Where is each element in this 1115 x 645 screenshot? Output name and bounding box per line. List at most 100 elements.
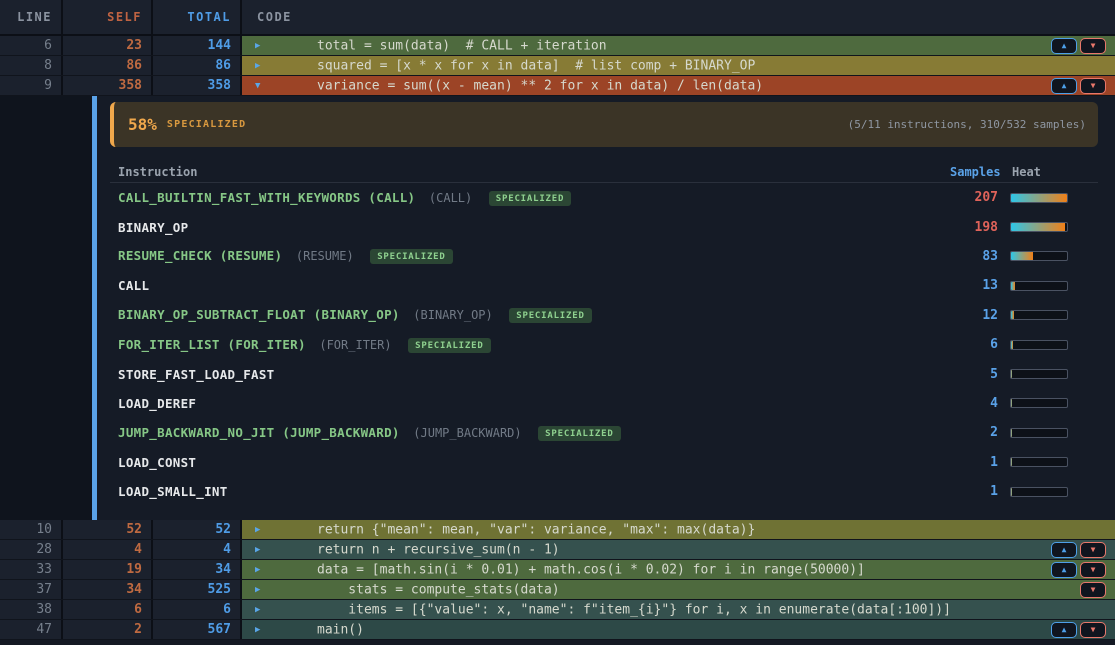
code-row: 38 6 6 ▶ items = [{"value": x, "name": f… — [0, 600, 1115, 620]
expand-toggle-icon[interactable]: ▶ — [255, 605, 260, 615]
source-code-text: return n + recursive_sum(n - 1) — [317, 542, 560, 557]
instruction-row: CALL_BUILTIN_FAST_WITH_KEYWORDS (CALL) (… — [110, 183, 1098, 212]
jump-up-button[interactable]: ▲ — [1051, 38, 1077, 54]
line-number: 8 — [0, 56, 61, 75]
self-samples: 86 — [63, 56, 151, 75]
self-samples: 2 — [63, 620, 151, 639]
instruction-table: Instruction Samples Heat CALL_BUILTIN_FA… — [110, 161, 1098, 506]
instruction-column-label: Instruction — [110, 165, 950, 179]
jump-down-button[interactable]: ▼ — [1080, 582, 1106, 598]
self-samples: 358 — [63, 76, 151, 95]
line-number: 33 — [0, 560, 61, 579]
code-cell[interactable]: ▶ squared = [x * x for x in data] # list… — [242, 56, 1115, 75]
code-row: 47 2 567 ▶ main() ▲▼ — [0, 620, 1115, 640]
total-samples: 525 — [153, 580, 240, 599]
heat-cell — [1010, 310, 1098, 320]
line-number: 6 — [0, 36, 61, 55]
code-rows-bottom: 10 52 52 ▶ return {"mean": mean, "var": … — [0, 520, 1115, 640]
instruction-name: LOAD_CONST — [118, 455, 196, 470]
heat-bar-fill — [1011, 370, 1012, 378]
heat-bar — [1010, 193, 1068, 203]
jump-down-button[interactable]: ▼ — [1080, 38, 1106, 54]
expand-toggle-icon[interactable]: ▶ — [255, 61, 260, 71]
jump-down-button[interactable]: ▼ — [1080, 622, 1106, 638]
code-cell[interactable]: ▶ items = [{"value": x, "name": f"item_{… — [242, 600, 1115, 619]
heat-bar-fill — [1011, 194, 1067, 202]
expand-toggle-icon[interactable]: ▶ — [255, 625, 260, 635]
jump-down-button[interactable]: ▼ — [1080, 78, 1106, 94]
code-row: 33 19 34 ▶ data = [math.sin(i * 0.01) + … — [0, 560, 1115, 580]
heat-cell — [1010, 428, 1098, 438]
panel-left-gutter — [0, 96, 92, 520]
heat-cell — [1010, 398, 1098, 408]
expand-toggle-icon[interactable]: ▶ — [255, 525, 260, 535]
instruction-row: LOAD_DEREF 4 — [110, 389, 1098, 418]
total-samples: 4 — [153, 540, 240, 559]
heat-bar — [1010, 398, 1068, 408]
instruction-sample-count: 4 — [950, 396, 1010, 411]
heat-bar-fill — [1011, 223, 1065, 231]
heat-bar-fill — [1011, 399, 1012, 407]
panel-content: 58% SPECIALIZED (5/11 instructions, 310/… — [97, 96, 1115, 520]
instruction-sample-count: 13 — [950, 278, 1010, 293]
instruction-row: STORE_FAST_LOAD_FAST 5 — [110, 359, 1098, 388]
heat-bar — [1010, 487, 1068, 497]
self-samples: 4 — [63, 540, 151, 559]
instruction-sample-count: 1 — [950, 455, 1010, 470]
jump-down-button[interactable]: ▼ — [1080, 562, 1106, 578]
expand-toggle-icon[interactable]: ▼ — [255, 81, 260, 91]
code-cell[interactable]: ▶ return {"mean": mean, "var": variance,… — [242, 520, 1115, 539]
expand-toggle-icon[interactable]: ▶ — [255, 585, 260, 595]
expand-toggle-icon[interactable]: ▶ — [255, 565, 260, 575]
line-detail-panel: 58% SPECIALIZED (5/11 instructions, 310/… — [0, 96, 1115, 520]
source-code-text: main() — [317, 622, 364, 637]
code-cell[interactable]: ▶ total = sum(data) # CALL + iteration ▲… — [242, 36, 1115, 55]
heat-bar — [1010, 428, 1068, 438]
specialized-badge: SPECIALIZED — [370, 249, 452, 264]
bottom-filler — [0, 640, 1115, 645]
instruction-sample-count: 6 — [950, 337, 1010, 352]
heat-cell — [1010, 487, 1098, 497]
jump-up-button[interactable]: ▲ — [1051, 542, 1077, 558]
instruction-sample-count: 1 — [950, 484, 1010, 499]
expand-toggle-icon[interactable]: ▶ — [255, 41, 260, 51]
code-cell[interactable]: ▶ data = [math.sin(i * 0.01) + math.cos(… — [242, 560, 1115, 579]
jump-down-button[interactable]: ▼ — [1080, 542, 1106, 558]
total-samples: 358 — [153, 76, 240, 95]
line-number: 28 — [0, 540, 61, 559]
jump-up-button[interactable]: ▲ — [1051, 622, 1077, 638]
total-samples: 34 — [153, 560, 240, 579]
specialized-badge: SPECIALIZED — [489, 191, 571, 206]
jump-up-button[interactable]: ▲ — [1051, 562, 1077, 578]
total-samples: 52 — [153, 520, 240, 539]
instruction-name: CALL_BUILTIN_FAST_WITH_KEYWORDS (CALL) — [118, 190, 415, 205]
instruction-row: LOAD_CONST 1 — [110, 448, 1098, 477]
samples-column-label[interactable]: Samples — [950, 165, 1010, 179]
self-samples: 34 — [63, 580, 151, 599]
code-row: 6 23 144 ▶ total = sum(data) # CALL + it… — [0, 36, 1115, 56]
source-code-text: return {"mean": mean, "var": variance, "… — [317, 522, 755, 537]
code-cell[interactable]: ▶ stats = compute_stats(data) ▼ — [242, 580, 1115, 599]
code-row: 8 86 86 ▶ squared = [x * x for x in data… — [0, 56, 1115, 76]
instruction-name-cell: LOAD_CONST — [110, 455, 950, 470]
code-cell[interactable]: ▼ variance = sum((x - mean) ** 2 for x i… — [242, 76, 1115, 95]
code-cell[interactable]: ▶ main() ▲▼ — [242, 620, 1115, 639]
instruction-row: RESUME_CHECK (RESUME) (RESUME) SPECIALIZ… — [110, 242, 1098, 271]
instruction-name: BINARY_OP — [118, 220, 188, 235]
specialization-banner: 58% SPECIALIZED (5/11 instructions, 310/… — [110, 102, 1098, 147]
heat-bar-fill — [1011, 458, 1012, 466]
instruction-base-name: (BINARY_OP) — [413, 308, 492, 322]
heat-cell — [1010, 222, 1098, 232]
heat-cell — [1010, 457, 1098, 467]
self-samples: 52 — [63, 520, 151, 539]
instruction-name: JUMP_BACKWARD_NO_JIT (JUMP_BACKWARD) — [118, 425, 400, 440]
heat-bar — [1010, 222, 1068, 232]
instruction-name-cell: CALL_BUILTIN_FAST_WITH_KEYWORDS (CALL) (… — [110, 190, 950, 206]
code-cell[interactable]: ▶ return n + recursive_sum(n - 1) ▲▼ — [242, 540, 1115, 559]
instruction-row: BINARY_OP 198 — [110, 212, 1098, 241]
jump-up-button[interactable]: ▲ — [1051, 78, 1077, 94]
instruction-name: BINARY_OP_SUBTRACT_FLOAT (BINARY_OP) — [118, 307, 400, 322]
instruction-name-cell: BINARY_OP — [110, 220, 950, 235]
expand-toggle-icon[interactable]: ▶ — [255, 545, 260, 555]
code-row: 10 52 52 ▶ return {"mean": mean, "var": … — [0, 520, 1115, 540]
